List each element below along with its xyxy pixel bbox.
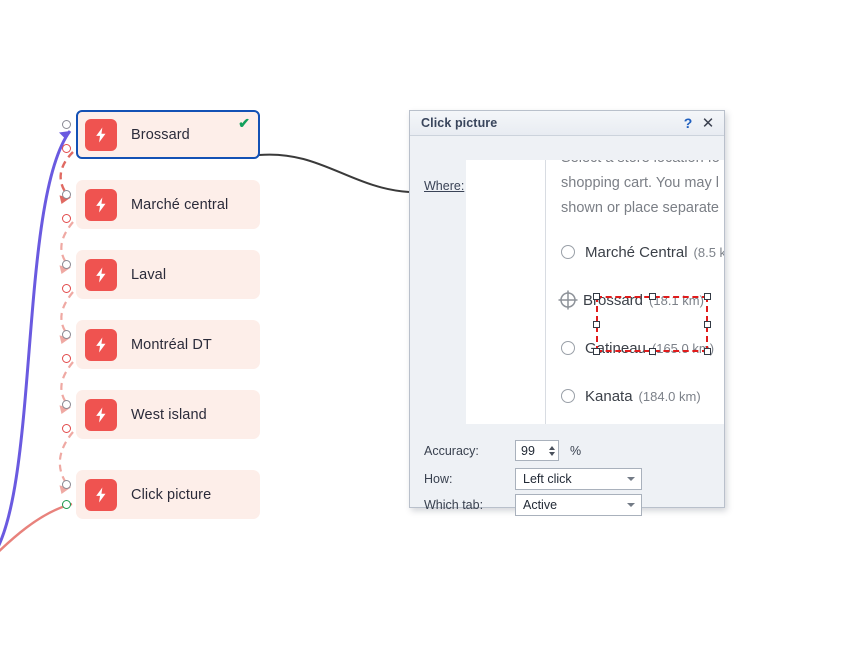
port-in-laval[interactable] <box>62 260 71 269</box>
paragraph-line: shown or place separate <box>561 200 719 216</box>
node-west-island[interactable]: West island <box>76 390 260 439</box>
lightning-bolt-icon <box>85 398 117 431</box>
choice-distance: (18.1 km) <box>649 292 704 308</box>
lightning-bolt-icon <box>85 118 117 151</box>
node-brossard[interactable]: Brossard ✔ <box>76 110 260 159</box>
crosshair-target-icon <box>557 289 579 311</box>
radio-icon[interactable] <box>561 389 575 403</box>
which-tab-value: Active <box>523 498 558 512</box>
preview-divider <box>545 160 546 424</box>
node-label: Click picture <box>131 486 212 503</box>
port-out-laval[interactable] <box>62 284 71 293</box>
port-in-click-picture[interactable] <box>62 480 71 489</box>
choice-name: Gatineau <box>585 339 646 357</box>
radio-icon[interactable] <box>561 341 575 355</box>
choice-kanata[interactable]: Kanata (184.0 km) <box>561 383 724 409</box>
dialog-title: Click picture <box>421 116 498 130</box>
choice-name: Brossard <box>583 291 644 309</box>
stepper-arrows[interactable] <box>549 445 555 456</box>
preview-content: Select a store location fo shopping cart… <box>558 160 724 409</box>
choice-gatineau[interactable]: Gatineau (165.0 km) <box>561 335 724 361</box>
lightning-bolt-icon <box>85 328 117 361</box>
chevron-up-icon[interactable] <box>549 445 555 450</box>
choice-marche-central[interactable]: Marché Central (8.5 km) <box>561 239 724 265</box>
node-label: Montréal DT <box>131 336 212 353</box>
node-label: Brossard <box>131 126 190 143</box>
lightning-bolt-icon <box>85 258 117 291</box>
node-label: West island <box>131 406 207 423</box>
paragraph-line: Select a store location fo <box>561 160 724 171</box>
port-in-brossard[interactable] <box>62 120 71 129</box>
port-out-marche-central[interactable] <box>62 214 71 223</box>
port-in-marche-central[interactable] <box>62 190 71 199</box>
which-tab-row: Which tab: Active <box>424 494 642 516</box>
target-preview-panel[interactable]: Select a store location fo shopping cart… <box>466 160 724 424</box>
node-click-picture[interactable]: Click picture <box>76 470 260 519</box>
port-out-click-picture[interactable] <box>62 500 71 509</box>
port-out-west-island[interactable] <box>62 424 71 433</box>
how-value: Left click <box>523 472 572 486</box>
choice-distance: (8.5 km) <box>693 244 724 260</box>
accuracy-stepper[interactable]: 99 <box>515 440 559 461</box>
port-out-montreal-dt[interactable] <box>62 354 71 363</box>
lightning-bolt-icon <box>85 188 117 221</box>
chevron-down-icon[interactable] <box>627 477 635 481</box>
where-label[interactable]: Where: <box>424 179 464 193</box>
accuracy-label: Accuracy: <box>424 443 479 458</box>
node-montreal-dt[interactable]: Montréal DT <box>76 320 260 369</box>
chevron-down-icon[interactable] <box>627 503 635 507</box>
node-marche-central[interactable]: Marché central <box>76 180 260 229</box>
choice-distance: (165.0 km) <box>651 340 715 356</box>
choice-name: Kanata <box>585 387 633 405</box>
dialog-titlebar[interactable]: Click picture ? ✕ <box>410 111 724 136</box>
paragraph-line: shopping cart. You may l <box>561 175 719 191</box>
node-label: Marché central <box>131 196 229 213</box>
choice-name: Marché Central <box>585 243 688 261</box>
chevron-down-icon[interactable] <box>549 451 555 456</box>
radio-icon[interactable] <box>561 245 575 259</box>
node-label: Laval <box>131 266 167 283</box>
port-in-west-island[interactable] <box>62 400 71 409</box>
port-out-brossard[interactable] <box>62 144 71 153</box>
help-icon[interactable]: ? <box>678 113 698 133</box>
which-tab-label: Which tab: <box>424 498 484 512</box>
lightning-bolt-icon <box>85 478 117 511</box>
accuracy-value: 99 <box>521 443 535 458</box>
close-icon[interactable]: ✕ <box>698 113 718 133</box>
how-select[interactable]: Left click <box>515 468 642 490</box>
node-laval[interactable]: Laval <box>76 250 260 299</box>
check-icon: ✔ <box>238 115 250 131</box>
accuracy-unit: % <box>570 443 582 458</box>
choice-brossard[interactable]: Brossard (18.1 km) <box>558 287 724 313</box>
dialog-body: Where: Select a store location fo shoppi… <box>410 136 724 516</box>
how-row: How: Left click <box>424 468 642 490</box>
port-in-montreal-dt[interactable] <box>62 330 71 339</box>
choice-distance: (184.0 km) <box>638 388 701 404</box>
how-label: How: <box>424 472 453 486</box>
accuracy-row: Accuracy: 99 % <box>424 440 581 461</box>
which-tab-select[interactable]: Active <box>515 494 642 516</box>
click-picture-dialog[interactable]: Click picture ? ✕ Where: Select a store … <box>409 110 725 516</box>
